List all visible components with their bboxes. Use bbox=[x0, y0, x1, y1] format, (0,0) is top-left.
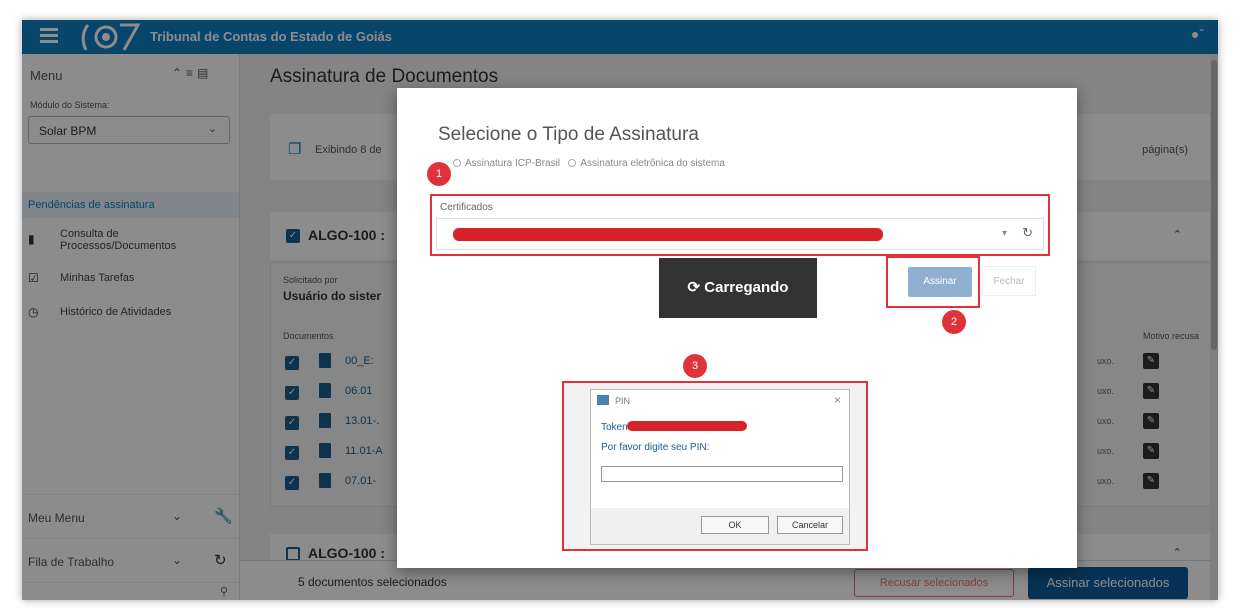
close-icon[interactable]: × bbox=[834, 393, 841, 407]
annotation-badge-2: 2 bbox=[942, 310, 966, 334]
annotation-badge-3: 3 bbox=[683, 354, 707, 378]
assinar-highlight: Assinar bbox=[886, 256, 980, 308]
certificados-label: Certificados bbox=[440, 202, 493, 213]
pin-footer: OK Cancelar bbox=[591, 508, 849, 544]
app-window: Tribunal de Contas do Estado de Goiás ●ˇ… bbox=[22, 20, 1218, 600]
pin-titlebar: PIN × bbox=[591, 390, 849, 412]
cancel-button[interactable]: Cancelar bbox=[777, 516, 843, 534]
certificados-highlight: Certificados ▾ ↻ bbox=[430, 194, 1050, 256]
pin-app-icon bbox=[597, 395, 609, 405]
radio-eletronica[interactable] bbox=[568, 159, 577, 167]
fechar-button[interactable]: Fechar bbox=[982, 266, 1036, 296]
redacted-certificate bbox=[453, 228, 883, 241]
caret-down-icon: ▾ bbox=[1001, 228, 1007, 239]
spinner-icon: ⟳ bbox=[687, 279, 705, 296]
loading-text: Carregando bbox=[704, 279, 789, 296]
radio-icp-label[interactable]: Assinatura ICP-Brasil bbox=[465, 158, 560, 169]
signature-modal: Selecione o Tipo de Assinatura Assinatur… bbox=[397, 88, 1077, 568]
assinar-button[interactable]: Assinar bbox=[908, 267, 972, 297]
refresh-icon[interactable]: ↻ bbox=[1022, 225, 1033, 241]
radio-icp[interactable] bbox=[453, 159, 461, 167]
annotation-badge-1: 1 bbox=[427, 162, 451, 186]
pin-title: PIN bbox=[615, 396, 631, 406]
radio-eletronica-label[interactable]: Assinatura eletrônica do sistema bbox=[580, 158, 725, 169]
signature-type-options: Assinatura ICP-Brasil Assinatura eletrôn… bbox=[453, 158, 725, 169]
redacted-token bbox=[627, 421, 747, 431]
pin-input[interactable] bbox=[601, 466, 843, 482]
token-label: Token bbox=[601, 422, 628, 433]
certificados-select[interactable]: ▾ ↻ bbox=[436, 218, 1044, 250]
pin-prompt: Por favor digite seu PIN: bbox=[601, 442, 710, 453]
loading-indicator: ⟳ Carregando bbox=[659, 258, 817, 318]
ok-button[interactable]: OK bbox=[701, 516, 769, 534]
pin-highlight: PIN × Token Por favor digite seu PIN: OK… bbox=[562, 381, 868, 551]
modal-title: Selecione o Tipo de Assinatura bbox=[438, 124, 699, 145]
pin-dialog: PIN × Token Por favor digite seu PIN: OK… bbox=[590, 389, 850, 545]
